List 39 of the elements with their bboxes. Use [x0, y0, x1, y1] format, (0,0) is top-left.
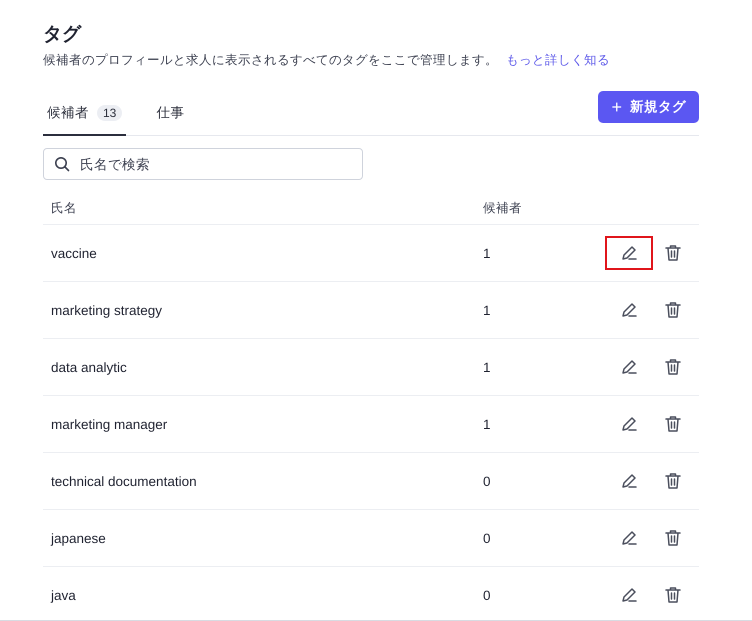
count-cell: 1 — [475, 396, 554, 452]
pencil-icon — [620, 415, 638, 433]
new-tag-button[interactable]: + 新規タグ — [598, 91, 699, 123]
edit-button[interactable] — [605, 236, 653, 270]
column-header: 氏名 — [43, 192, 475, 224]
tag-name-cell: marketing strategy — [43, 282, 475, 338]
tag-name-cell: marketing manager — [43, 396, 475, 452]
column-header: 候補者 — [475, 192, 554, 224]
tab[interactable]: 仕事 — [132, 91, 188, 136]
count-cell: 1 — [475, 224, 554, 282]
count-badge: 13 — [97, 104, 122, 120]
tag-name-cell: java — [43, 566, 475, 620]
count-cell: 0 — [475, 452, 554, 510]
tag-name-cell: data analytic — [43, 338, 475, 396]
pencil-icon — [620, 358, 638, 376]
tag-name-cell: japanese — [43, 510, 475, 566]
search-field[interactable]: 氏名で検索 — [43, 148, 363, 180]
trash-icon — [664, 586, 682, 604]
pencil-icon — [620, 301, 638, 319]
page-description: 候補者のプロフィールと求人に表示されるすべてのタグをここで管理します。 — [43, 52, 498, 69]
trash-icon — [664, 244, 682, 262]
page-title: タグ — [43, 23, 83, 47]
tab[interactable]: 候補者 13 — [43, 91, 126, 136]
tag-name-cell: technical documentation — [43, 452, 475, 510]
tag-name-cell: vaccine — [43, 224, 475, 282]
trash-icon — [664, 301, 682, 319]
count-cell: 0 — [475, 566, 554, 620]
pencil-icon — [620, 244, 638, 262]
count-cell: 1 — [475, 282, 554, 338]
trash-icon — [664, 472, 682, 490]
trash-icon — [664, 529, 682, 547]
pencil-icon — [620, 586, 638, 604]
trash-icon — [664, 358, 682, 376]
count-cell: 1 — [475, 338, 554, 396]
pencil-icon — [620, 472, 638, 490]
count-cell: 0 — [475, 510, 554, 566]
learn-more-link[interactable]: もっと詳しく知る — [506, 52, 610, 69]
pencil-icon — [620, 529, 638, 547]
trash-icon — [664, 415, 682, 433]
